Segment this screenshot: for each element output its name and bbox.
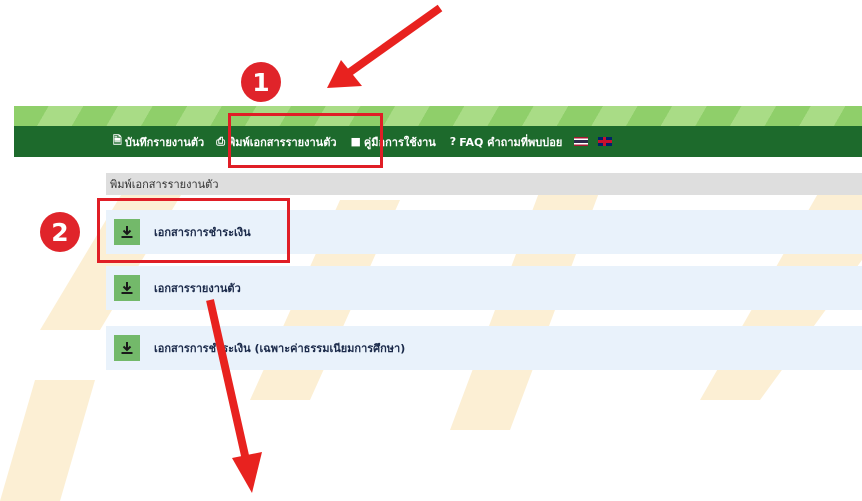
nav-item-label: FAQ คำถามที่พบบ่อย [459,135,563,149]
download-button[interactable] [114,275,140,301]
arrow-to-print-menu [327,4,443,88]
nav-item-report[interactable]: 🗎 บันทึกรายงานตัว [113,132,204,151]
thai-flag-icon[interactable] [574,137,589,146]
nav-item-faq[interactable]: ? FAQ คำถามที่พบบ่อย [450,133,562,151]
main-navbar: 🗎 บันทึกรายงานตัว ⎙ พิมพ์เอกสารรายงานตัว… [14,126,862,157]
document-label: เอกสารการชำระเงิน (เฉพาะค่าธรรมเนียมการศ… [154,342,406,355]
document-label: เอกสารรายงานตัว [154,282,241,295]
nav-item-label: บันทึกรายงานตัว [124,135,205,149]
section-title: พิมพ์เอกสารรายงานตัว [106,173,862,195]
download-icon [121,342,133,354]
document-row-report[interactable]: เอกสารรายงานตัว [106,266,862,310]
question-icon: ? [449,135,457,148]
document-row-tuition[interactable]: เอกสารการชำระเงิน (เฉพาะค่าธรรมเนียมการศ… [106,326,862,370]
header-stripe [14,106,862,126]
step-badge-2: 2 [40,212,80,252]
report-icon: 🗎 [113,134,122,147]
download-button[interactable] [114,335,140,361]
step-badge-1: 1 [241,62,281,102]
highlight-box-payment-doc [97,198,290,263]
uk-flag-icon[interactable] [598,137,613,146]
print-icon: ⎙ [216,134,226,148]
download-icon [121,282,133,294]
highlight-box-print-menu [228,113,383,168]
